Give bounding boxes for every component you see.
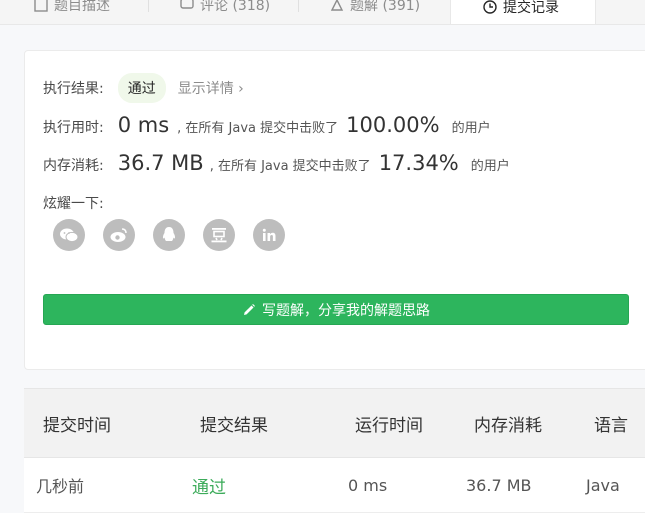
runtime-label: 执行用时:	[43, 120, 104, 136]
tab-description-label: 题目描述	[54, 0, 110, 14]
table-row: 几秒前 通过 0 ms 36.7 MB Java	[24, 458, 645, 513]
tab-divider	[298, 0, 299, 12]
result-card: 执行结果: 通过 显示详情 › 执行用时: 0 ms , 在所有 Java 提交…	[24, 50, 645, 370]
pencil-icon	[244, 303, 255, 315]
runtime-text: , 在所有 Java 提交中击败了	[177, 121, 339, 136]
description-icon	[34, 0, 48, 12]
tab-comments[interactable]: 评论 (318)	[180, 0, 270, 20]
memory-value: 36.7 MB	[117, 151, 204, 175]
memory-suffix: 的用户	[470, 159, 510, 174]
column-header-result: 提交结果	[200, 415, 268, 436]
write-solution-label: 写题解，分享我的解题思路	[262, 302, 430, 319]
submission-table: 提交时间 提交结果 运行时间 内存消耗 语言 几秒前 通过 0 ms 36.7 …	[24, 388, 645, 513]
tab-submissions-label: 提交记录	[503, 0, 559, 16]
write-solution-button[interactable]: 写题解，分享我的解题思路	[43, 294, 629, 325]
runtime-percent: 100.00%	[346, 113, 440, 137]
runtime-cell: 0 ms	[348, 475, 388, 495]
status-row: 执行结果: 通过 显示详情 ›	[43, 73, 244, 103]
runtime-suffix: 的用户	[451, 121, 491, 136]
memory-label: 内存消耗:	[43, 158, 104, 174]
tab-divider	[148, 0, 149, 12]
tab-solutions[interactable]: 题解 (391)	[330, 0, 420, 20]
tab-bar: 题目描述 评论 (318) 题解 (391) 提交记录	[0, 0, 645, 25]
memory-text: , 在所有 Java 提交中击败了	[209, 159, 371, 174]
share-label: 炫耀一下:	[43, 196, 104, 212]
status-badge: 通过	[117, 73, 166, 103]
show-details-link[interactable]: 显示详情 ›	[178, 78, 244, 98]
runtime-row: 执行用时: 0 ms , 在所有 Java 提交中击败了 100.00% 的用户	[43, 113, 491, 137]
column-header-submit-time: 提交时间	[43, 415, 111, 436]
memory-cell: 36.7 MB	[466, 475, 532, 495]
comment-icon	[180, 0, 194, 9]
runtime-value: 0 ms	[117, 113, 170, 137]
wechat-icon[interactable]	[53, 219, 85, 251]
weibo-icon[interactable]	[103, 219, 135, 251]
result-link[interactable]: 通过	[192, 458, 226, 512]
language-cell: Java	[586, 475, 620, 495]
column-header-language: 语言	[594, 415, 628, 436]
share-icons	[53, 219, 285, 251]
tab-submissions[interactable]: 提交记录	[450, 0, 596, 24]
tab-comments-label: 评论 (318)	[200, 0, 271, 14]
tab-description[interactable]: 题目描述	[34, 0, 110, 20]
status-label: 执行结果:	[43, 81, 104, 97]
tab-solutions-label: 题解 (391)	[350, 0, 421, 14]
qq-icon[interactable]	[153, 219, 185, 251]
column-header-runtime: 运行时间	[355, 415, 423, 436]
submit-time-cell: 几秒前	[36, 477, 85, 496]
column-header-memory: 内存消耗	[474, 415, 542, 436]
clock-icon	[483, 0, 497, 14]
douban-icon[interactable]	[203, 219, 235, 251]
solution-icon	[330, 0, 344, 11]
table-header: 提交时间 提交结果 运行时间 内存消耗 语言	[24, 388, 645, 458]
memory-row: 内存消耗: 36.7 MB , 在所有 Java 提交中击败了 17.34% 的…	[43, 151, 510, 175]
memory-percent: 17.34%	[378, 151, 459, 175]
linkedin-icon[interactable]	[253, 219, 285, 251]
share-label-row: 炫耀一下:	[43, 193, 104, 213]
